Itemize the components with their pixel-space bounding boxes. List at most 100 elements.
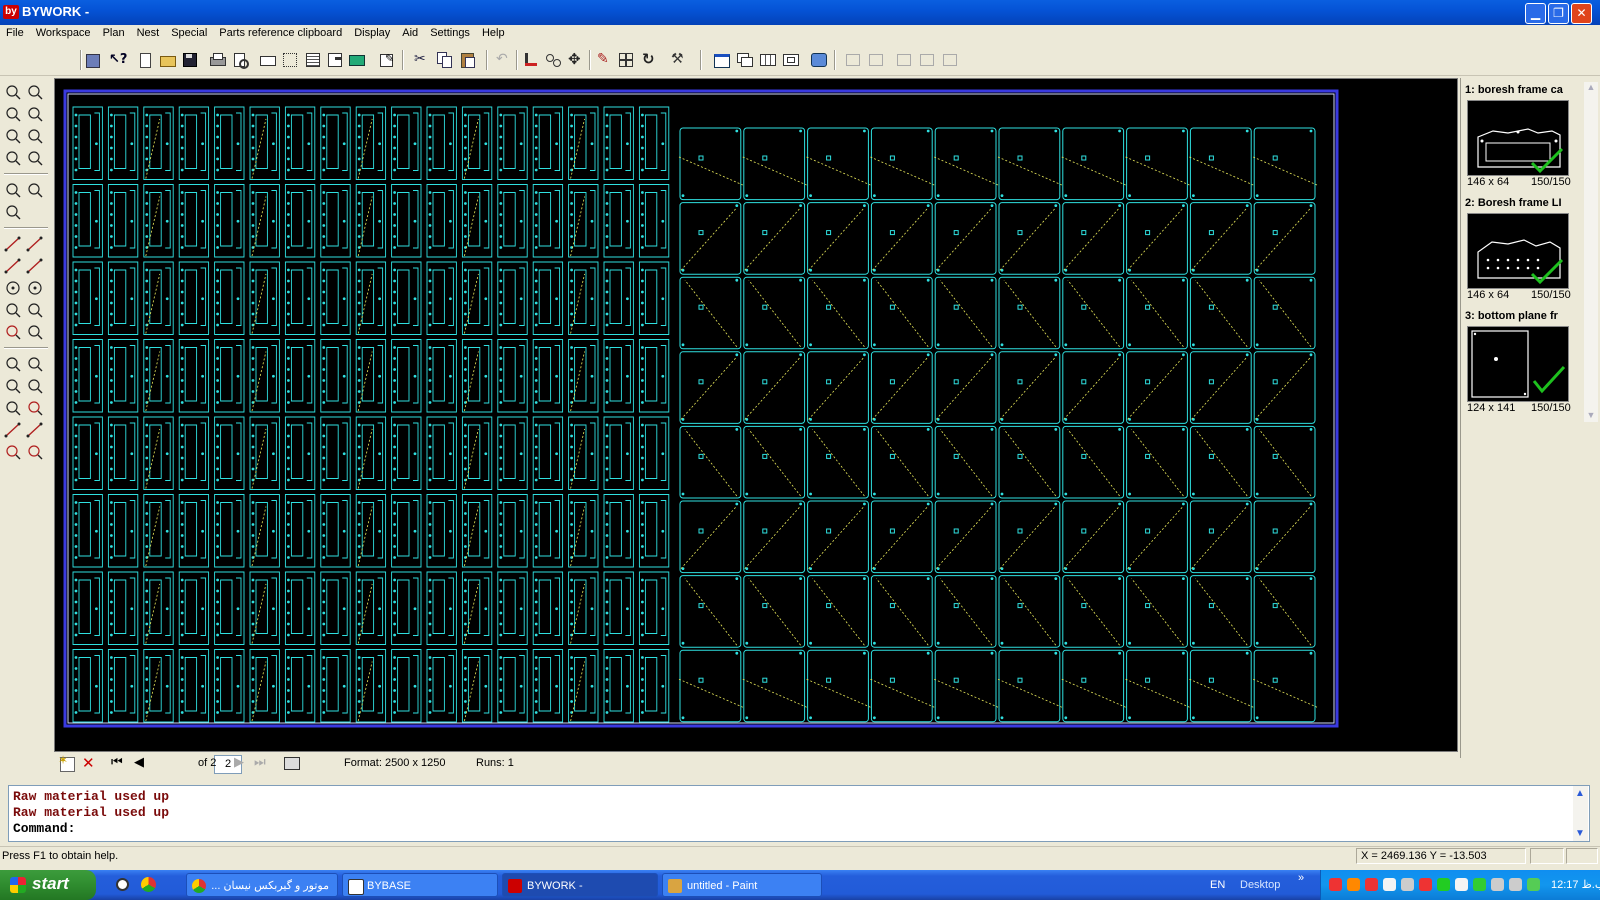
menu-help[interactable]: Help bbox=[476, 25, 511, 39]
note-icon[interactable]: ✎ bbox=[378, 51, 396, 69]
pencil-icon[interactable]: ✎ bbox=[595, 51, 613, 69]
zoom-window-icon[interactable] bbox=[26, 83, 44, 101]
sheet-drawing[interactable] bbox=[55, 79, 1457, 751]
list-icon[interactable] bbox=[304, 51, 322, 69]
nesting-canvas[interactable] bbox=[54, 78, 1458, 752]
circle-icon[interactable] bbox=[4, 279, 22, 297]
menu-workspace[interactable]: Workspace bbox=[30, 25, 97, 39]
zoom-in-icon[interactable] bbox=[4, 127, 22, 145]
desktop-toolbar[interactable]: Desktop bbox=[1240, 879, 1280, 891]
move-points-icon[interactable] bbox=[545, 51, 563, 69]
pick-icon[interactable] bbox=[26, 149, 44, 167]
measure-icon[interactable] bbox=[523, 51, 541, 69]
help-pointer-icon[interactable]: ↖? bbox=[107, 51, 127, 69]
pointer-icon[interactable] bbox=[4, 399, 22, 417]
task-paint[interactable]: untitled - Paint bbox=[662, 873, 822, 897]
next-page-icon[interactable]: ▶ bbox=[234, 755, 244, 770]
xy-coordinate-icon[interactable] bbox=[4, 181, 22, 199]
select-icon[interactable] bbox=[4, 355, 22, 373]
tile-icon[interactable] bbox=[759, 51, 777, 69]
copy-icon[interactable] bbox=[436, 51, 454, 69]
menu-nest[interactable]: Nest bbox=[131, 25, 166, 39]
insert-part-icon[interactable] bbox=[26, 323, 44, 341]
array-icon[interactable] bbox=[617, 51, 635, 69]
undo-icon[interactable]: ↶ bbox=[494, 51, 512, 69]
prev-page-icon[interactable]: ◀ bbox=[134, 755, 144, 770]
machine-icon[interactable] bbox=[259, 51, 277, 69]
remove-cut-icon[interactable] bbox=[26, 443, 44, 461]
zoom-out-icon[interactable] bbox=[4, 83, 22, 101]
add-cut-icon[interactable] bbox=[4, 443, 22, 461]
zoom-previous-icon[interactable] bbox=[26, 105, 44, 123]
hatch-icon[interactable] bbox=[4, 421, 22, 439]
delete-sheet-icon[interactable]: ✕ bbox=[82, 754, 95, 772]
menu-settings[interactable]: Settings bbox=[424, 25, 476, 39]
arc-icon[interactable] bbox=[4, 323, 22, 341]
undo-move-icon[interactable] bbox=[26, 399, 44, 417]
cascade-icon[interactable] bbox=[736, 51, 754, 69]
tray-icon[interactable] bbox=[1419, 878, 1432, 891]
task-bybase[interactable]: BYBASE bbox=[342, 873, 498, 897]
menu-display[interactable]: Display bbox=[348, 25, 396, 39]
nest-icon[interactable] bbox=[26, 377, 44, 395]
toolbar-expand-icon[interactable]: » bbox=[1298, 872, 1304, 884]
select-all-icon[interactable] bbox=[4, 377, 22, 395]
tray-icon[interactable] bbox=[1401, 878, 1414, 891]
command-window[interactable]: Raw material used up Raw material used u… bbox=[8, 785, 1590, 842]
tray-icon[interactable] bbox=[1527, 878, 1540, 891]
tangent-icon[interactable] bbox=[26, 257, 44, 275]
restore-button[interactable]: ❐ bbox=[1548, 3, 1569, 24]
command-scrollbar[interactable]: ▲ ▼ bbox=[1573, 786, 1588, 841]
zoom-all-icon[interactable] bbox=[4, 105, 22, 123]
pan-icon[interactable] bbox=[4, 149, 22, 167]
part-card-1[interactable]: 1: boresh frame ca 146 x 64 150/150 bbox=[1465, 84, 1577, 188]
tray-icon[interactable] bbox=[1383, 878, 1396, 891]
save-icon[interactable] bbox=[181, 51, 199, 69]
menu-parts-clipboard[interactable]: Parts reference clipboard bbox=[213, 25, 348, 39]
command-prompt[interactable]: Command: bbox=[13, 821, 75, 836]
menu-plan[interactable]: Plan bbox=[97, 25, 131, 39]
open-folder-icon[interactable] bbox=[159, 51, 177, 69]
close-button[interactable]: ✕ bbox=[1571, 3, 1592, 24]
menu-special[interactable]: Special bbox=[165, 25, 213, 39]
mirror-icon[interactable] bbox=[26, 421, 44, 439]
tool-icon[interactable] bbox=[326, 51, 344, 69]
menu-file[interactable]: File bbox=[0, 25, 30, 39]
print-icon[interactable] bbox=[209, 51, 227, 69]
rotate-shape-icon[interactable] bbox=[26, 301, 44, 319]
intersect-icon[interactable] bbox=[26, 235, 44, 253]
quicklaunch-icon[interactable] bbox=[116, 878, 129, 891]
polygon-icon[interactable] bbox=[26, 279, 44, 297]
edit-icon[interactable] bbox=[348, 51, 366, 69]
rotate-icon[interactable]: ↻ bbox=[640, 50, 658, 69]
tray-icon[interactable] bbox=[1365, 878, 1378, 891]
tray-icon[interactable] bbox=[1437, 878, 1450, 891]
new-sheet-icon[interactable]: ✶ bbox=[58, 753, 75, 772]
layer-icon[interactable] bbox=[4, 203, 22, 221]
zoom-out-small-icon[interactable] bbox=[26, 127, 44, 145]
select-window-icon[interactable] bbox=[26, 355, 44, 373]
tray-icon[interactable] bbox=[1473, 878, 1486, 891]
dimension-icon[interactable] bbox=[26, 181, 44, 199]
chrome-icon[interactable] bbox=[141, 877, 156, 892]
task-bywork[interactable]: BYWORK - bbox=[502, 873, 658, 897]
parts-scrollbar[interactable]: ▲ ▼ bbox=[1584, 82, 1598, 422]
perpendicular-icon[interactable] bbox=[4, 301, 22, 319]
part-card-2[interactable]: 2: Boresh frame LI 146 x 64 150/150 bbox=[1465, 197, 1577, 301]
part-card-3[interactable]: 3: bottom plane fr 124 x 141 150/150 bbox=[1465, 310, 1577, 414]
window-icon[interactable] bbox=[713, 51, 731, 69]
last-page-icon[interactable]: ⏭ bbox=[254, 755, 266, 770]
new-file-icon[interactable] bbox=[136, 51, 154, 69]
start-button[interactable]: start bbox=[0, 870, 96, 900]
minimize-button[interactable]: ▁ bbox=[1525, 3, 1546, 24]
language-indicator[interactable]: EN bbox=[1210, 879, 1225, 891]
task-chrome[interactable]: موتور و گیربکس نیسان ... bbox=[186, 873, 338, 897]
tray-icon[interactable] bbox=[1347, 878, 1360, 891]
paste-icon[interactable] bbox=[459, 51, 477, 69]
move-icon[interactable]: ✥ bbox=[567, 50, 585, 69]
polyline-icon[interactable] bbox=[4, 257, 22, 275]
print-preview-icon[interactable] bbox=[231, 51, 249, 69]
info-icon[interactable] bbox=[810, 51, 828, 69]
grid-icon[interactable] bbox=[281, 51, 299, 69]
cut-icon[interactable]: ✂ bbox=[412, 51, 430, 69]
